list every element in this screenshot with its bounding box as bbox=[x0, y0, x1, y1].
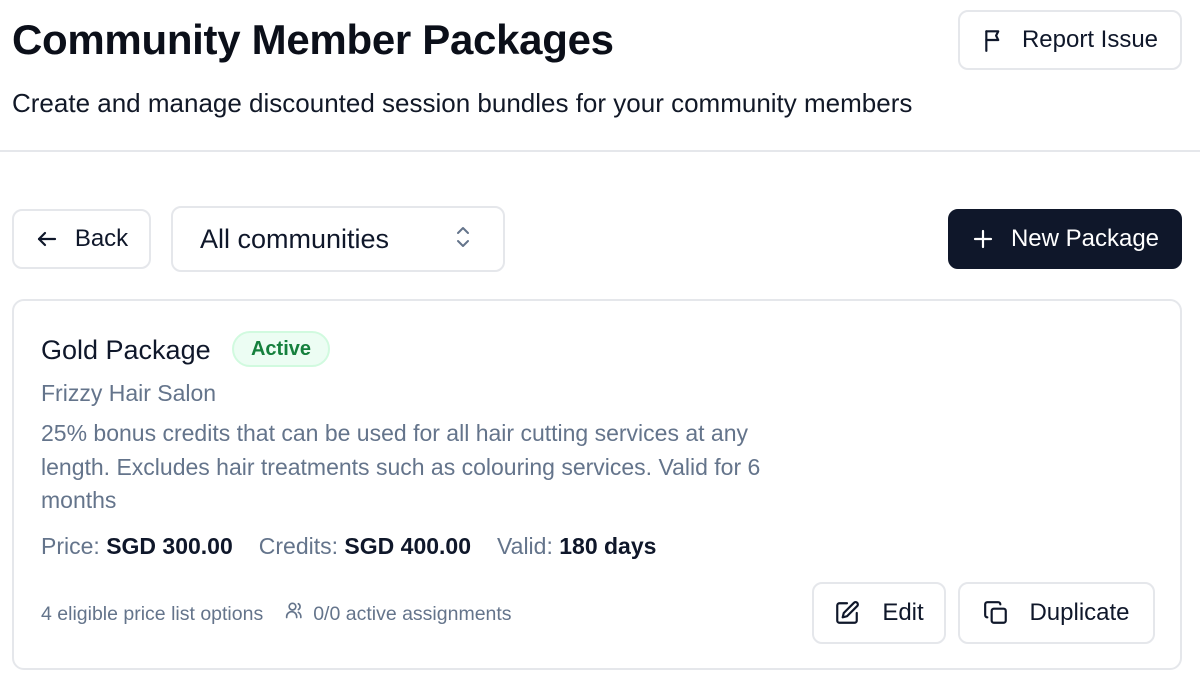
credits-label: Credits: bbox=[258, 533, 339, 559]
new-package-button[interactable]: New Package bbox=[948, 209, 1182, 269]
valid-stat: Valid: 180 days bbox=[497, 530, 656, 562]
community-select[interactable]: All communities bbox=[171, 206, 505, 272]
package-meta: 4 eligible price list options 0/0 active… bbox=[41, 600, 512, 627]
back-button[interactable]: Back bbox=[12, 209, 151, 269]
new-package-label: New Package bbox=[1010, 225, 1160, 252]
price-value: SGD 300.00 bbox=[106, 533, 233, 559]
page-header: Community Member Packages Create and man… bbox=[0, 0, 1200, 152]
package-stats: Price: SGD 300.00 Credits: SGD 400.00 Va… bbox=[41, 530, 656, 562]
edit-button[interactable]: Edit bbox=[812, 582, 946, 644]
page-subtitle: Create and manage discounted session bun… bbox=[12, 88, 913, 118]
eligible-options: 4 eligible price list options bbox=[41, 602, 264, 625]
community-select-value: All communities bbox=[200, 223, 390, 254]
plus-icon bbox=[971, 227, 995, 251]
valid-value: 180 days bbox=[559, 533, 657, 559]
valid-label: Valid: bbox=[497, 533, 553, 559]
status-badge: Active bbox=[232, 331, 330, 367]
package-community: Frizzy Hair Salon bbox=[41, 380, 217, 406]
chevron-up-down-icon bbox=[453, 223, 473, 256]
report-issue-button[interactable]: Report Issue bbox=[958, 10, 1182, 70]
duplicate-button[interactable]: Duplicate bbox=[958, 582, 1155, 644]
package-name: Gold Package bbox=[41, 335, 211, 365]
users-icon bbox=[285, 600, 305, 627]
back-label: Back bbox=[74, 225, 129, 252]
duplicate-label: Duplicate bbox=[1029, 599, 1130, 626]
page-title: Community Member Packages bbox=[12, 16, 614, 63]
price-stat: Price: SGD 300.00 bbox=[41, 530, 233, 562]
edit-label: Edit bbox=[882, 599, 924, 626]
package-card: Gold Package Active Frizzy Hair Salon 25… bbox=[12, 299, 1182, 670]
edit-icon bbox=[834, 600, 860, 626]
arrow-left-icon bbox=[35, 227, 59, 251]
package-description: 25% bonus credits that can be used for a… bbox=[41, 420, 761, 513]
report-issue-label: Report Issue bbox=[1021, 26, 1159, 53]
copy-icon bbox=[983, 600, 1009, 626]
price-label: Price: bbox=[41, 533, 100, 559]
active-assignments-label: 0/0 active assignments bbox=[313, 602, 512, 625]
credits-stat: Credits: SGD 400.00 bbox=[259, 530, 471, 562]
active-assignments: 0/0 active assignments bbox=[285, 600, 512, 627]
flag-icon bbox=[982, 27, 1008, 53]
credits-value: SGD 400.00 bbox=[344, 533, 472, 559]
